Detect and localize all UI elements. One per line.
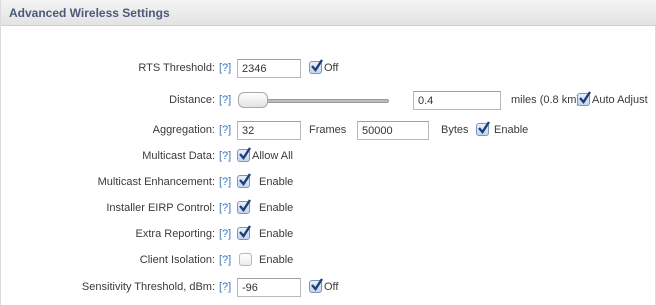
multicast-data-help-link[interactable]: [?] — [219, 150, 231, 162]
auto-adjust-label: Auto Adjust — [592, 94, 648, 106]
multicast-enhancement-checkbox[interactable] — [237, 173, 252, 188]
rts-threshold-label: RTS Threshold: — [138, 62, 215, 74]
distance-label: Distance: — [169, 94, 215, 106]
installer-eirp-checkbox[interactable] — [237, 199, 252, 214]
aggregation-enable-checkbox[interactable] — [476, 121, 491, 136]
aggregation-frames-input[interactable] — [237, 121, 301, 140]
distance-row: Distance: [?] miles (0.8 km) Auto Adjust — [1, 89, 656, 113]
aggregation-label: Aggregation: — [152, 124, 215, 136]
installer-eirp-row: Installer EIRP Control: [?] Enable — [1, 197, 656, 221]
multicast-enhancement-row: Multicast Enhancement: [?] Enable — [1, 171, 656, 195]
aggregation-help-link[interactable]: [?] — [219, 124, 231, 136]
auto-adjust-checkbox[interactable] — [577, 91, 592, 106]
distance-unit-text: miles (0.8 km) — [511, 94, 581, 106]
rts-threshold-row: RTS Threshold: [?] Off — [1, 57, 656, 81]
multicast-allow-all-checkbox[interactable] — [237, 147, 252, 162]
extra-reporting-row: Extra Reporting: [?] Enable — [1, 223, 656, 247]
installer-eirp-help-link[interactable]: [?] — [219, 202, 231, 214]
extra-reporting-label: Extra Reporting: — [135, 228, 215, 240]
extra-reporting-checkbox[interactable] — [237, 225, 252, 240]
sensitivity-threshold-input[interactable] — [237, 278, 301, 297]
rts-off-checkbox[interactable] — [309, 59, 324, 74]
sensitivity-off-checkbox[interactable] — [309, 278, 324, 293]
client-isolation-checkbox[interactable] — [239, 253, 252, 266]
multicast-enhancement-help-link[interactable]: [?] — [219, 176, 231, 188]
installer-eirp-enable-label: Enable — [259, 202, 294, 214]
multicast-allow-all-label: Allow All — [252, 150, 293, 162]
multicast-enhancement-label: Multicast Enhancement: — [97, 176, 215, 188]
bytes-label: Bytes — [441, 124, 469, 136]
installer-eirp-label: Installer EIRP Control: — [106, 202, 215, 214]
multicast-data-label: Multicast Data: — [142, 150, 215, 162]
rts-help-link[interactable]: [?] — [219, 62, 231, 74]
multicast-enhancement-enable-label: Enable — [259, 176, 294, 188]
extra-reporting-help-link[interactable]: [?] — [219, 228, 231, 240]
distance-input[interactable] — [413, 91, 501, 110]
advanced-wireless-panel: Advanced Wireless Settings RTS Threshold… — [0, 0, 656, 305]
client-isolation-row: Client Isolation: [?] Enable — [1, 249, 656, 273]
sensitivity-threshold-row: Sensitivity Threshold, dBm: [?] Off — [1, 276, 656, 300]
aggregation-row: Aggregation: [?] Frames Bytes Enable — [1, 119, 656, 143]
frames-label: Frames — [309, 124, 347, 136]
multicast-data-row: Multicast Data: [?] Allow All — [1, 145, 656, 169]
distance-slider-thumb[interactable] — [238, 92, 268, 108]
client-isolation-help-link[interactable]: [?] — [219, 254, 231, 266]
client-isolation-label: Client Isolation: — [139, 254, 215, 266]
sensitivity-help-link[interactable]: [?] — [219, 281, 231, 293]
sensitivity-threshold-label: Sensitivity Threshold, dBm: — [81, 281, 215, 293]
panel-title: Advanced Wireless Settings — [9, 6, 170, 20]
aggregation-enable-label: Enable — [494, 124, 529, 136]
rts-off-label: Off — [324, 62, 339, 74]
sensitivity-off-label: Off — [324, 281, 339, 293]
panel-header: Advanced Wireless Settings — [1, 0, 656, 26]
aggregation-bytes-input[interactable] — [357, 121, 429, 140]
rts-threshold-input[interactable] — [237, 59, 301, 78]
client-isolation-enable-label: Enable — [259, 254, 294, 266]
distance-help-link[interactable]: [?] — [219, 94, 231, 106]
extra-reporting-enable-label: Enable — [259, 228, 294, 240]
